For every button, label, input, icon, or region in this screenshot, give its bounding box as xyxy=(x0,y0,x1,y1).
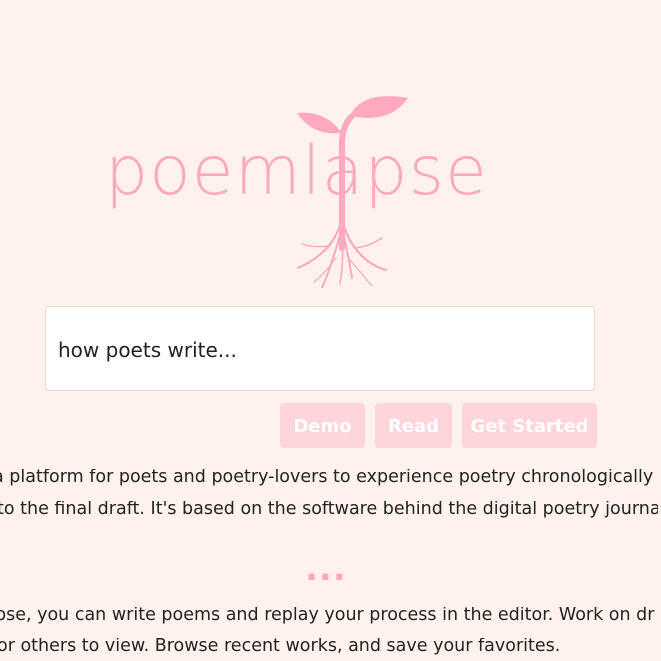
get-started-button[interactable]: Get Started xyxy=(462,403,597,448)
landing-page: poemlapse how poets write... Demo Read G… xyxy=(0,0,661,661)
intro-text-line-1: a platform for poets and poetry-lovers t… xyxy=(0,469,654,487)
search-input-value: how poets write... xyxy=(58,338,237,362)
intro-text-line-2: to the final draft. It's based on the so… xyxy=(0,501,658,519)
search-input[interactable]: how poets write... xyxy=(45,306,595,391)
logo-wordmark: poemlapse xyxy=(105,132,488,211)
section-separator: ... xyxy=(305,549,347,589)
intro-text-line-4: or others to view. Browse recent works, … xyxy=(0,638,561,656)
intro-text-line-3: pse, you can write poems and replay your… xyxy=(0,607,655,625)
demo-button[interactable]: Demo xyxy=(280,403,365,448)
read-button[interactable]: Read xyxy=(375,403,452,448)
